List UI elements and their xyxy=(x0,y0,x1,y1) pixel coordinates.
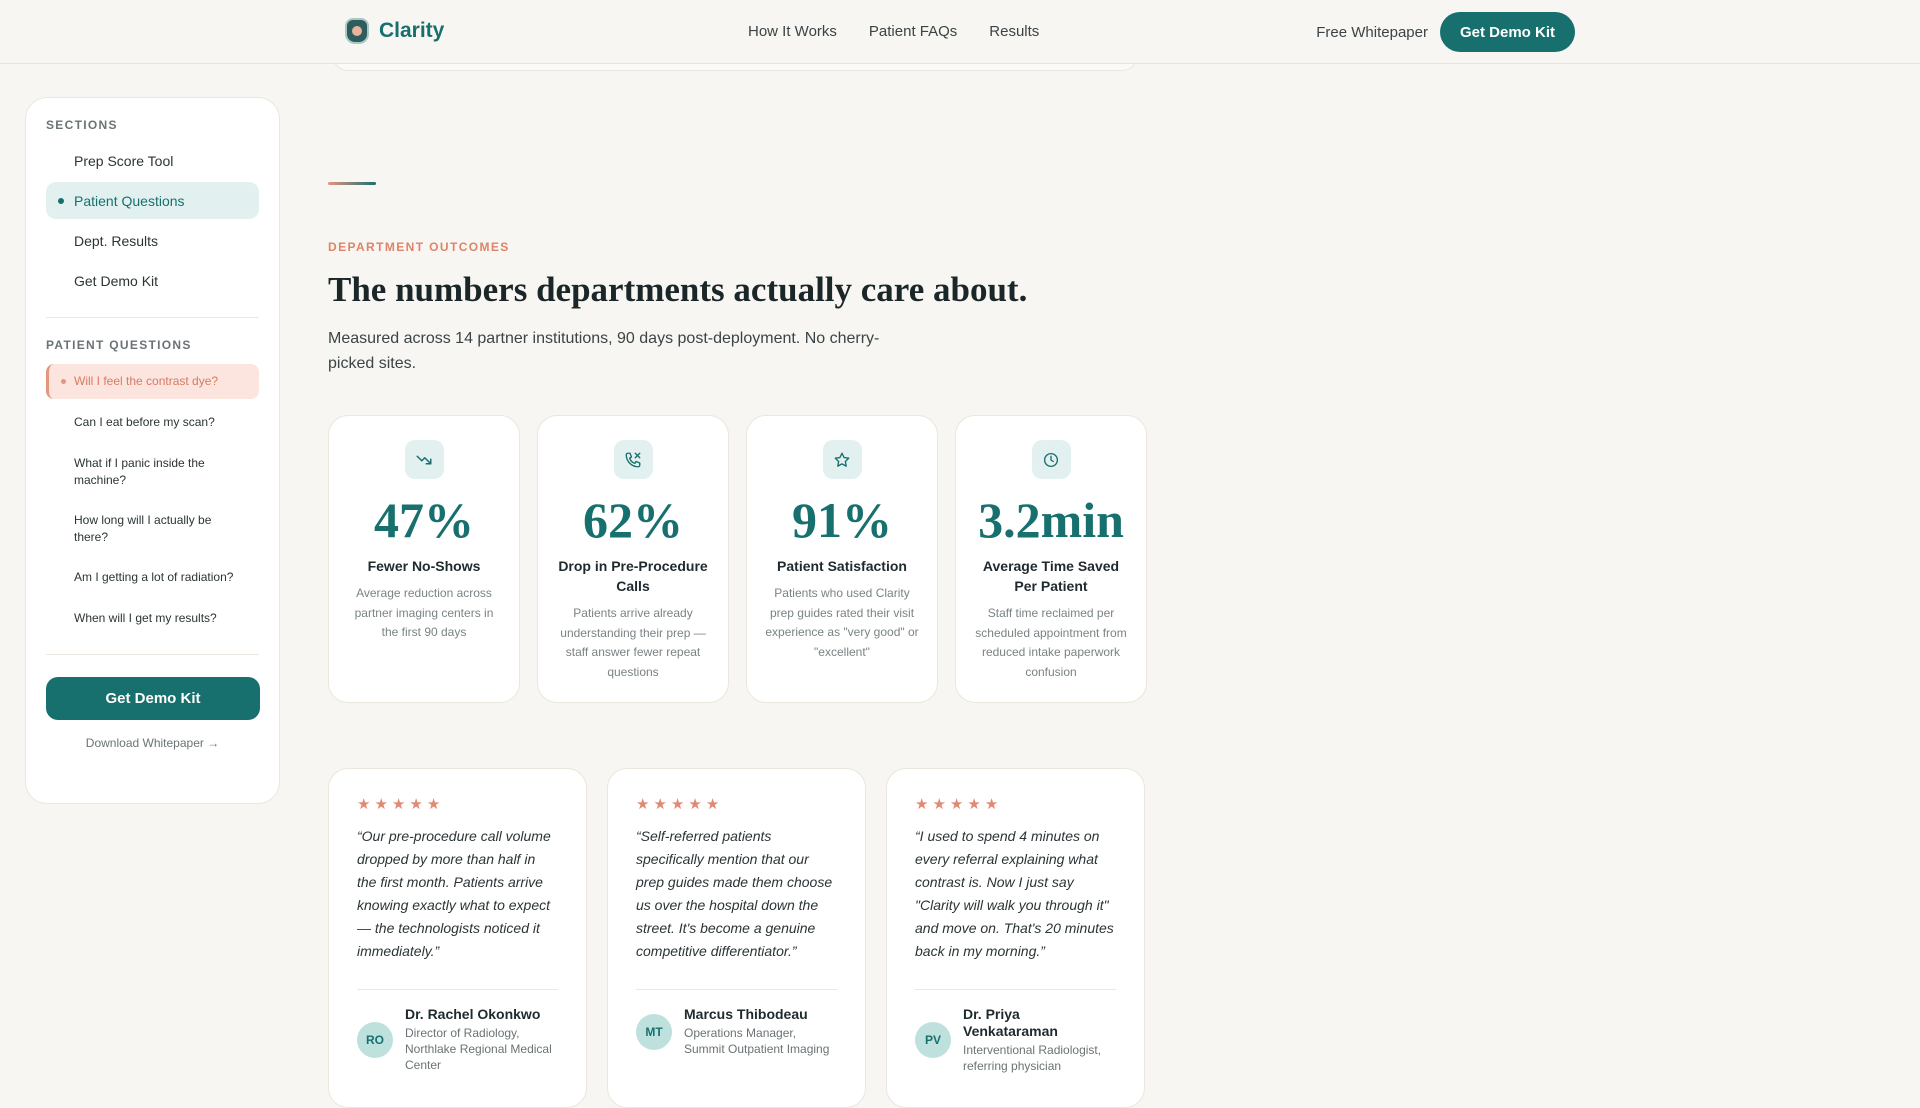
rating-stars: ★ ★ ★ ★ ★ xyxy=(636,795,837,813)
stat-card: 62% Drop in Pre-Procedure Calls Patients… xyxy=(537,415,729,703)
section-sidebar: SECTIONS Prep Score Tool Patient Questio… xyxy=(25,97,280,804)
nav-actions: Free Whitepaper Get Demo Kit xyxy=(1316,12,1575,52)
question-item-how-long[interactable]: How long will I actually be there? xyxy=(46,503,259,554)
nav-link-patient-faqs[interactable]: Patient FAQs xyxy=(869,23,957,40)
question-item-results-timing[interactable]: When will I get my results? xyxy=(46,601,259,636)
star-icon: ★ xyxy=(653,796,667,813)
testimonial-author: RO Dr. Rachel Okonkwo Director of Radiol… xyxy=(357,1006,558,1073)
testimonial-quote: “Self-referred patients specifically men… xyxy=(636,828,833,959)
patient-questions-heading: PATIENT QUESTIONS xyxy=(46,338,192,352)
star-icon: ★ xyxy=(374,796,388,813)
author-name: Dr. Priya Venkataraman xyxy=(963,1006,1058,1039)
author-role: Interventional Radiologist, referring ph… xyxy=(963,1043,1102,1073)
brand-name: Clarity xyxy=(379,19,445,42)
download-whitepaper-link[interactable]: Download Whitepaper → xyxy=(46,736,259,750)
sidebar-item-patient-questions[interactable]: Patient Questions xyxy=(46,182,259,219)
clock-icon xyxy=(1031,440,1071,479)
brand[interactable]: Clarity xyxy=(345,18,444,44)
author-role: Operations Manager, Summit Outpatient Im… xyxy=(684,1026,830,1056)
author-name: Dr. Rachel Okonkwo xyxy=(405,1006,541,1022)
star-icon: ★ xyxy=(357,796,371,813)
avatar: MT xyxy=(636,1013,672,1050)
section-headline: The numbers departments actually care ab… xyxy=(328,270,1028,309)
star-icon: ★ xyxy=(670,796,685,813)
sidebar-divider xyxy=(46,317,259,318)
rating-stars: ★ ★ ★ ★ ★ xyxy=(357,795,558,813)
author-role: Director of Radiology, Northlake Regiona… xyxy=(405,1026,552,1072)
section-eyebrow: DEPARTMENT OUTCOMES xyxy=(328,240,510,254)
question-item-contrast-dye[interactable]: Will I feel the contrast dye? xyxy=(46,364,259,399)
star-icon: ★ xyxy=(705,796,720,813)
sidebar-item-dept-results[interactable]: Dept. Results xyxy=(46,222,259,259)
testimonial-card: ★ ★ ★ ★ ★ “Self-referred patients specifical… xyxy=(607,768,866,1108)
stat-value: 3.2min xyxy=(978,492,1124,548)
question-item-eat-before-scan[interactable]: Can I eat before my scan? xyxy=(46,405,259,440)
section-subhead: Measured across 14 partner institutions,… xyxy=(328,330,880,372)
stat-value: 47% xyxy=(374,492,474,548)
stat-label: Drop in Pre-Procedure Calls xyxy=(558,558,708,594)
testimonial-quote: “I used to spend 4 minutes on every refe… xyxy=(915,828,1114,959)
avatar: PV xyxy=(915,1022,951,1058)
testimonial-author: PV Dr. Priya Venkataraman Interventional… xyxy=(915,1006,1116,1074)
stat-label: Average Time Saved Per Patient xyxy=(982,558,1120,594)
question-item-radiation[interactable]: Am I getting a lot of radiation? xyxy=(46,560,259,595)
author-divider xyxy=(357,989,558,990)
author-name: Marcus Thibodeau xyxy=(684,1006,808,1022)
stat-value: 62% xyxy=(583,492,683,548)
rating-stars: ★ ★ ★ ★ ★ xyxy=(915,795,1116,813)
brand-logo-icon xyxy=(345,18,369,44)
sections-heading: SECTIONS xyxy=(46,118,118,132)
author-divider xyxy=(915,989,1116,990)
sidebar-item-prep-score-tool[interactable]: Prep Score Tool xyxy=(46,142,259,179)
star-icon: ★ xyxy=(636,796,650,813)
stat-description: Average reduction across partner imaging… xyxy=(354,586,494,639)
get-demo-kit-button[interactable]: Get Demo Kit xyxy=(1439,12,1575,52)
top-navigation: Clarity How It Works Patient FAQs Result… xyxy=(0,0,1920,64)
sidebar-get-demo-kit-button[interactable]: Get Demo Kit xyxy=(46,677,260,720)
nav-link-how-it-works[interactable]: How It Works xyxy=(748,23,837,40)
author-divider xyxy=(636,989,837,990)
stat-card: 47% Fewer No-Shows Average reduction acr… xyxy=(328,415,520,703)
avatar: RO xyxy=(357,1021,393,1058)
nav-link-results[interactable]: Results xyxy=(989,23,1039,40)
stat-card: 91% Patient Satisfaction Patients who us… xyxy=(746,415,938,703)
star-icon: ★ xyxy=(426,796,441,813)
star-icon xyxy=(822,440,862,479)
patient-questions-list: Will I feel the contrast dye? Can I eat … xyxy=(46,364,259,636)
sections-list: Prep Score Tool Patient Questions Dept. … xyxy=(46,142,259,299)
star-icon: ★ xyxy=(915,796,929,813)
testimonials-row: ★ ★ ★ ★ ★ “Our pre-procedure call volume dro… xyxy=(328,768,1145,1108)
stat-value: 91% xyxy=(792,492,892,548)
star-icon: ★ xyxy=(391,796,406,813)
stat-card: 3.2min Average Time Saved Per Patient St… xyxy=(955,415,1147,703)
sidebar-item-get-demo-kit[interactable]: Get Demo Kit xyxy=(46,262,259,299)
testimonial-author: MT Marcus Thibodeau Operations Manager, … xyxy=(636,1006,837,1057)
stat-description: Staff time reclaimed per scheduled appoi… xyxy=(975,606,1127,679)
star-icon: ★ xyxy=(688,796,702,813)
main-nav: How It Works Patient FAQs Results xyxy=(748,23,1039,40)
testimonial-card: ★ ★ ★ ★ ★ “Our pre-procedure call volume dro… xyxy=(328,768,587,1108)
star-icon: ★ xyxy=(409,796,423,813)
stat-label: Patient Satisfaction xyxy=(777,558,907,574)
section-accent-line xyxy=(328,182,376,185)
trending-down-icon xyxy=(404,440,444,479)
free-whitepaper-link[interactable]: Free Whitepaper xyxy=(1316,24,1428,41)
stats-grid: 47% Fewer No-Shows Average reduction acr… xyxy=(328,415,1147,703)
star-icon: ★ xyxy=(967,796,981,813)
star-icon: ★ xyxy=(932,796,946,813)
phone-missed-icon xyxy=(613,440,653,479)
star-icon: ★ xyxy=(984,796,999,813)
stat-description: Patients arrive already understanding th… xyxy=(560,606,706,679)
testimonial-card: ★ ★ ★ ★ ★ “I used to spend 4 minutes on ever… xyxy=(886,768,1145,1108)
question-item-panic[interactable]: What if I panic inside the machine? xyxy=(46,446,259,497)
stat-description: Patients who used Clarity prep guides ra… xyxy=(765,586,919,659)
stat-label: Fewer No-Shows xyxy=(367,558,481,574)
sidebar-divider xyxy=(46,654,259,655)
testimonial-quote: “Our pre-procedure call volume dropped b… xyxy=(357,828,551,959)
star-icon: ★ xyxy=(949,796,964,813)
